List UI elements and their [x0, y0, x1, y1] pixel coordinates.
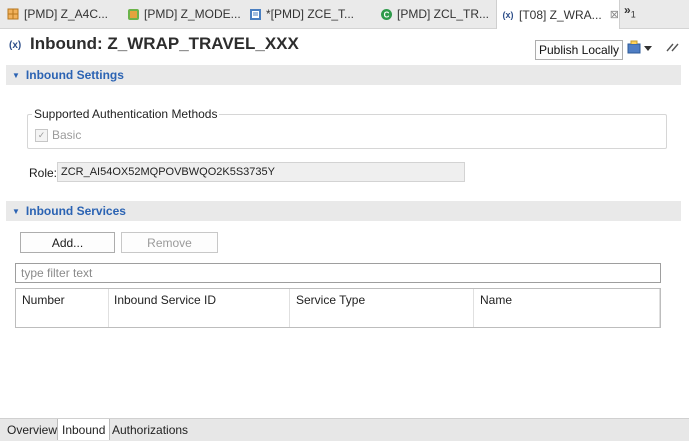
tab-authorizations[interactable]: Authorizations: [108, 419, 192, 440]
editor-tab-z-a4c[interactable]: [PMD] Z_A4C...: [6, 0, 124, 28]
editor-tab-zcl-tr[interactable]: C [PMD] ZCL_TR...: [379, 0, 499, 28]
editor-tab-z-mode[interactable]: [PMD] Z_MODE...: [126, 0, 244, 28]
service-icon: (x): [502, 9, 514, 20]
editor-tab-z-wrap-active[interactable]: (x) [T08] Z_WRA... ⊠: [496, 0, 620, 29]
add-button[interactable]: Add...: [20, 232, 115, 253]
editor-page-tabs: Overview Inbound Authorizations: [0, 418, 689, 441]
tab-overview[interactable]: Overview: [3, 419, 61, 440]
section-title: Inbound Services: [25, 204, 126, 218]
inbound-settings-section-header[interactable]: ▼ Inbound Settings: [6, 65, 681, 85]
editor-tab-bar: [PMD] Z_A4C... [PMD] Z_MODE... *[PMD] ZC…: [0, 0, 689, 29]
collapse-button[interactable]: [665, 40, 679, 56]
svg-text:C: C: [383, 10, 389, 19]
collapse-triangle-icon: ▼: [12, 206, 20, 216]
page-title: Inbound: Z_WRAP_TRAVEL_XXX: [30, 34, 299, 53]
filter-input[interactable]: [21, 266, 660, 280]
filter-field[interactable]: [15, 263, 661, 283]
inbound-services-table[interactable]: Number Inbound Service ID Service Type N…: [15, 288, 661, 328]
check-icon: ✓: [35, 128, 48, 142]
remove-button[interactable]: Remove: [121, 232, 218, 253]
class-icon: C: [379, 7, 393, 21]
slash-tool-icon: [665, 41, 679, 56]
role-label: Role:: [29, 166, 58, 180]
model-icon: [126, 7, 140, 21]
chevron-double-right-icon: »: [624, 3, 631, 17]
editor-tab-label: [PMD] Z_A4C...: [24, 7, 109, 21]
editor-tab-zce-t[interactable]: *[PMD] ZCE_T...: [248, 0, 368, 28]
publish-locally-button[interactable]: Publish Locally: [535, 40, 623, 60]
publish-icon: [627, 40, 641, 57]
editor-tab-label: [PMD] ZCL_TR...: [397, 7, 490, 21]
publish-menu-button[interactable]: [627, 40, 652, 56]
dropdown-arrow-icon: [644, 41, 652, 55]
column-header-service-type[interactable]: Service Type: [290, 289, 474, 327]
auth-methods-title: Supported Authentication Methods: [34, 107, 218, 121]
entity-icon: [248, 7, 262, 21]
close-icon[interactable]: ⊠: [610, 8, 619, 21]
column-header-inbound-service-id[interactable]: Inbound Service ID: [108, 289, 290, 327]
inbound-services-section-header[interactable]: ▼ Inbound Services: [6, 201, 681, 221]
editor-tab-label: [T08] Z_WRA...: [519, 7, 602, 22]
tab-overflow-button[interactable]: »1: [624, 3, 636, 19]
column-header-name[interactable]: Name: [474, 289, 660, 327]
grid-icon: [6, 7, 20, 21]
editor-tab-label: [PMD] Z_MODE...: [144, 7, 241, 21]
inbound-service-icon: (x): [9, 40, 22, 51]
basic-auth-checkbox[interactable]: ✓ Basic: [35, 128, 81, 142]
tab-inbound[interactable]: Inbound: [57, 419, 111, 440]
editor-tab-label: *[PMD] ZCE_T...: [266, 7, 355, 21]
basic-auth-label: Basic: [52, 128, 82, 142]
section-title: Inbound Settings: [25, 68, 124, 82]
collapse-triangle-icon: ▼: [12, 70, 20, 80]
column-header-number[interactable]: Number: [16, 289, 109, 327]
auth-methods-group: Supported Authentication Methods: [27, 107, 667, 149]
role-field[interactable]: ZCR_AI54OX52MQPOVBWQO2K5S3735Y: [57, 162, 465, 182]
overflow-count: 1: [630, 9, 636, 20]
